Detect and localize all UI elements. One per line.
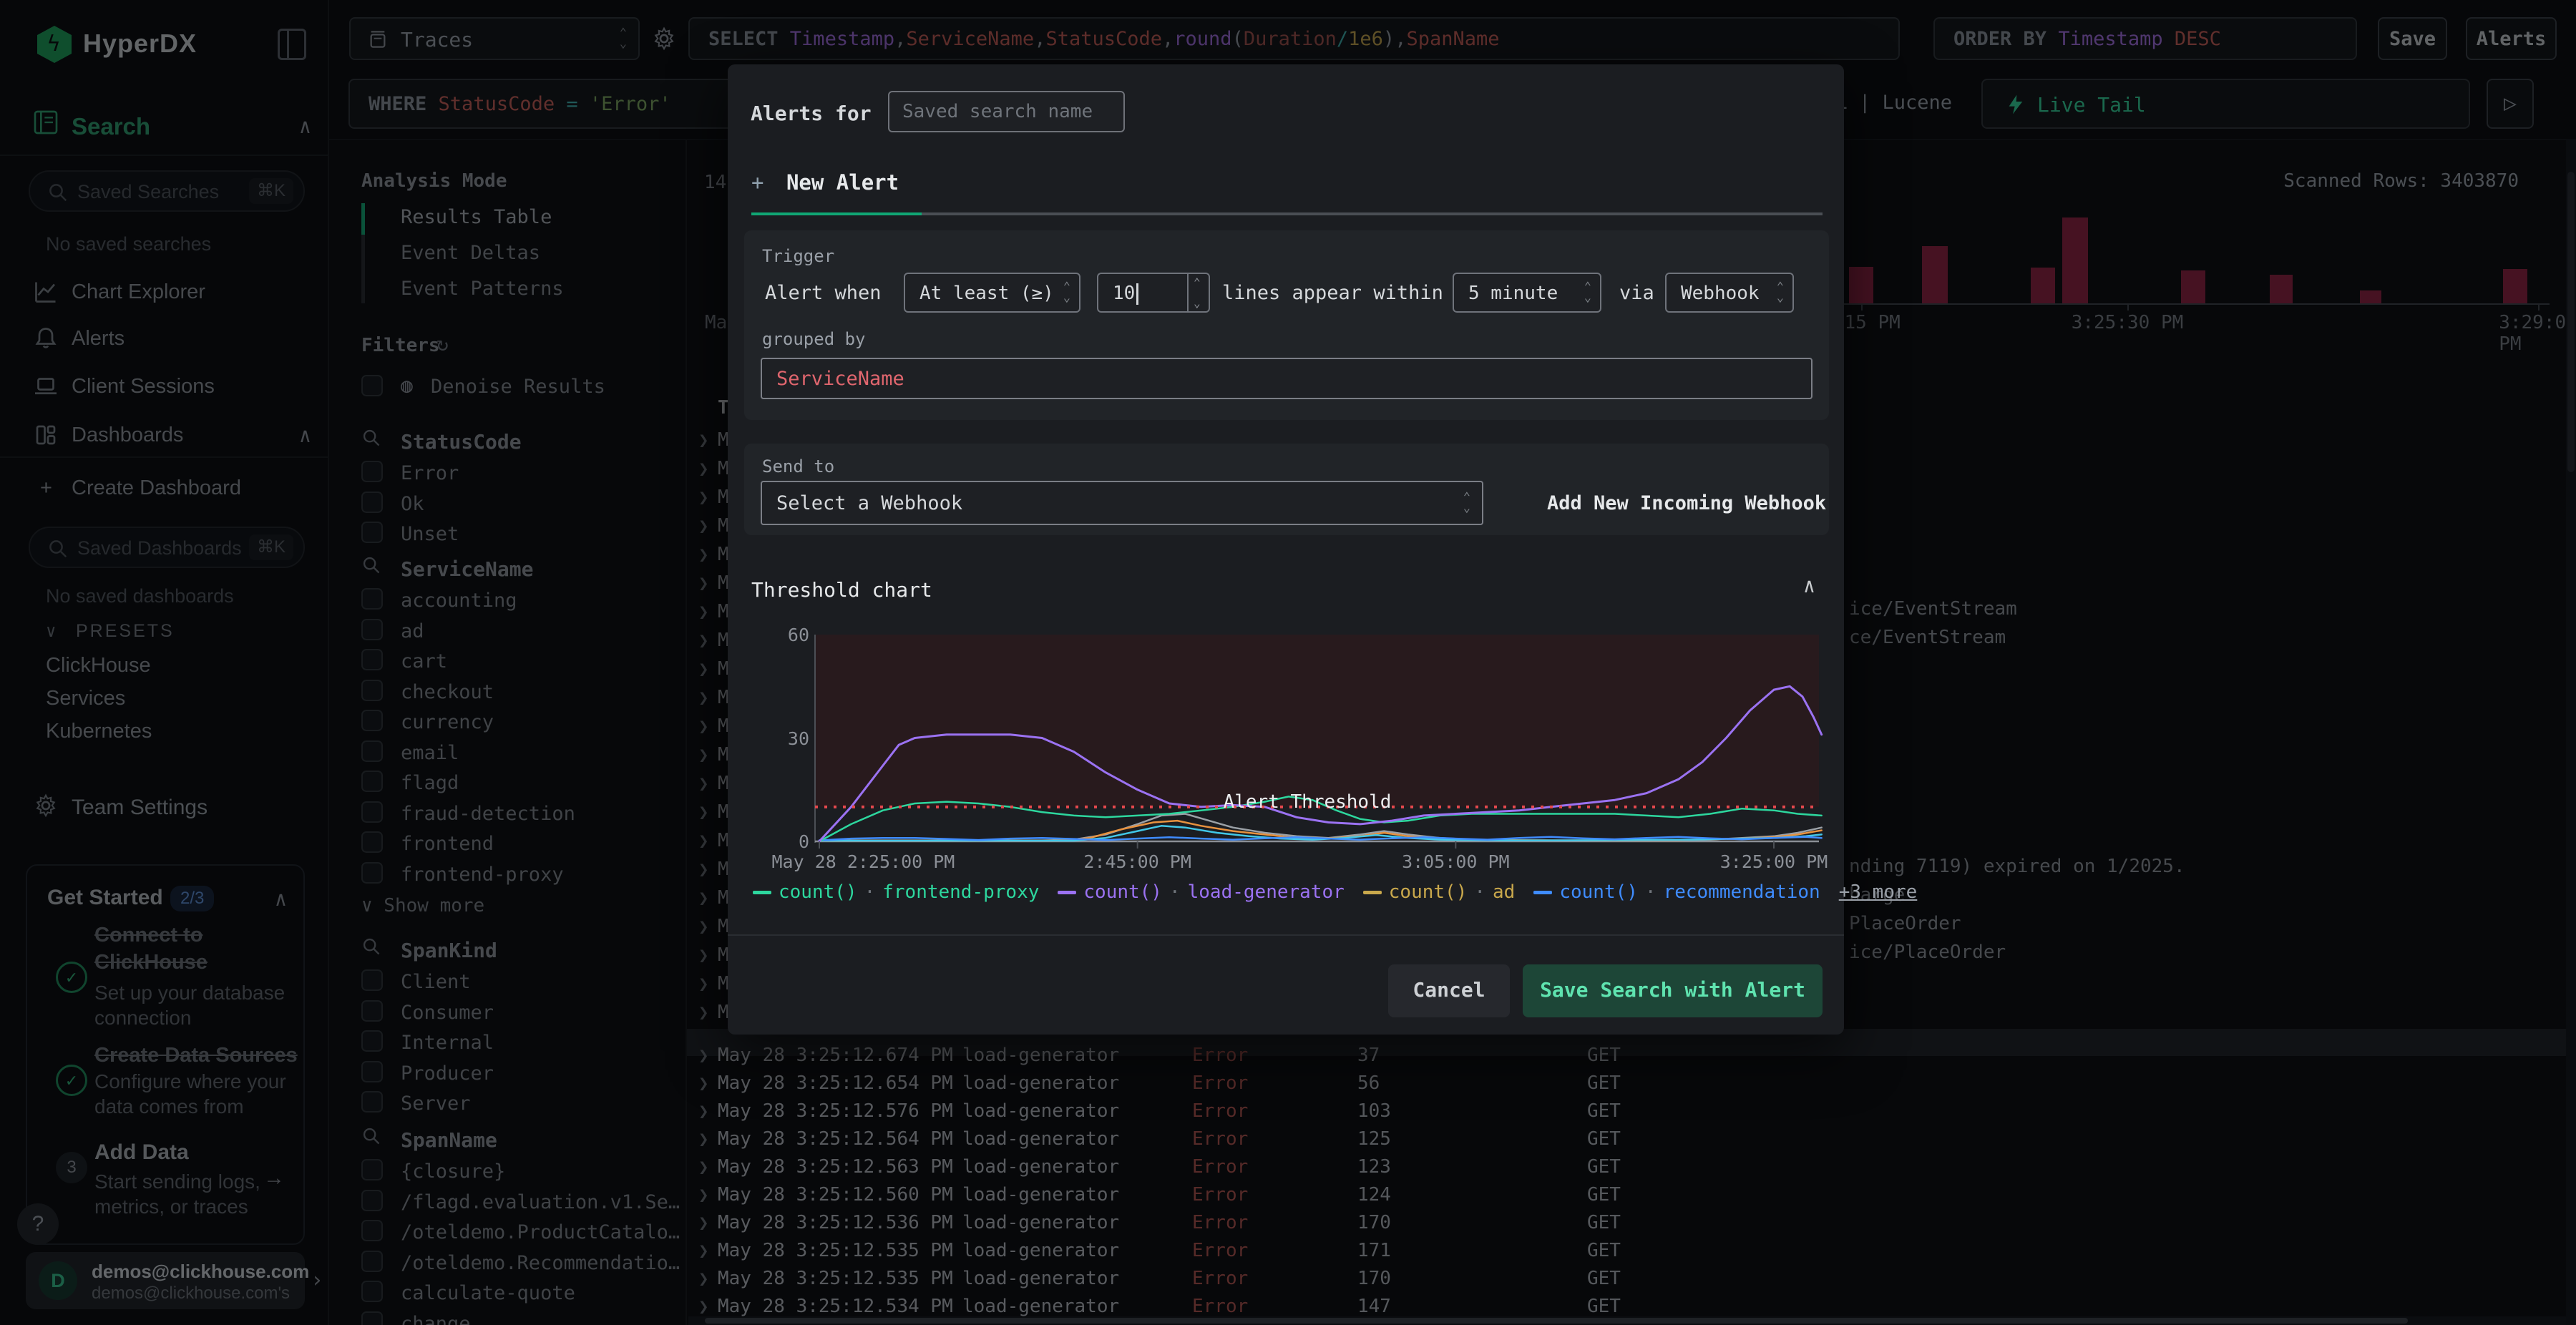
legend-item-load-generator[interactable]: count() · load-generator bbox=[1058, 881, 1345, 903]
legend-dash-icon bbox=[753, 891, 771, 894]
alert-modal: Alerts for Saved search name + New Alert… bbox=[728, 64, 1917, 1035]
stepper-up-icon: ⌃ bbox=[1194, 275, 1201, 289]
divider bbox=[728, 934, 1844, 936]
legend-dash-icon bbox=[1533, 891, 1553, 894]
modal-title: Alerts for bbox=[751, 102, 872, 125]
legend-more-button[interactable]: +3 more bbox=[1839, 881, 1918, 903]
cancel-button[interactable]: Cancel bbox=[1388, 964, 1510, 1017]
send-to-card: Send to Select a Webhook ⌃ ⌄ Add New Inco… bbox=[744, 444, 1829, 535]
tab-new-alert[interactable]: + New Alert bbox=[751, 170, 899, 195]
webhook-select[interactable]: Select a Webhook ⌃ ⌄ bbox=[761, 481, 1483, 525]
ytick-30: 30 bbox=[787, 728, 809, 749]
grouped-by-value: ServiceName bbox=[776, 368, 904, 390]
trigger-card: Trigger Alert when At least (≥) ⌃ ⌄ 10 ⌃ … bbox=[744, 230, 1829, 420]
trigger-label: Trigger bbox=[762, 246, 835, 266]
condition-select[interactable]: At least (≥) ⌃ ⌄ bbox=[904, 273, 1080, 313]
grouped-by-label: grouped by bbox=[762, 329, 866, 349]
updown-chevrons-icon: ⌃⌄ bbox=[1463, 490, 1470, 515]
chart-xtick-label: 2:45:00 PM bbox=[1083, 851, 1191, 872]
send-to-label: Send to bbox=[762, 456, 835, 476]
window-select[interactable]: 5 minute ⌃ ⌄ bbox=[1453, 273, 1601, 313]
text-caret bbox=[1136, 283, 1139, 305]
number-stepper[interactable]: ⌃ ⌄ bbox=[1187, 274, 1209, 311]
hyperdx-app: ϟ HyperDX Search ∧ Saved Searches ⌘K No … bbox=[0, 0, 2576, 1325]
saved-search-name-input[interactable]: Saved search name bbox=[888, 91, 1125, 132]
chart-xtick-label: 3:25:00 PM bbox=[1719, 851, 1828, 872]
legend-item-recommendation[interactable]: count() · recommendation bbox=[1533, 881, 1820, 903]
channel-select[interactable]: Webhook ⌃ ⌄ bbox=[1665, 273, 1794, 313]
alert-when-label: Alert when bbox=[765, 282, 882, 304]
alert-threshold-label: Alert Threshold bbox=[1223, 791, 1392, 813]
via-label: via bbox=[1619, 282, 1654, 304]
chart-xtick-label: 3:05:00 PM bbox=[1402, 851, 1510, 872]
plus-icon: + bbox=[751, 170, 764, 195]
webhook-select-value: Select a Webhook bbox=[776, 492, 963, 514]
threshold-number-input[interactable]: 10 ⌃ ⌄ bbox=[1097, 273, 1210, 313]
chart-legend: count() · frontend-proxy count() · load-gener… bbox=[753, 881, 1917, 903]
lines-within-label: lines appear within bbox=[1222, 282, 1443, 304]
tab-underline-active bbox=[751, 212, 922, 215]
save-search-with-alert-button[interactable]: Save Search with Alert bbox=[1523, 964, 1823, 1017]
legend-item-ad[interactable]: count() · ad bbox=[1362, 881, 1515, 903]
ytick-60: 60 bbox=[787, 625, 809, 645]
threshold-chart-label: Threshold chart bbox=[751, 578, 932, 602]
chart-xtick-label: May 28 2:25:00 PM bbox=[771, 851, 955, 872]
collapse-chart-icon[interactable]: ∧ bbox=[1803, 574, 1815, 597]
legend-dash-icon bbox=[1058, 891, 1077, 894]
legend-item-frontend-proxy[interactable]: count() · frontend-proxy bbox=[753, 881, 1039, 903]
stepper-down-icon: ⌄ bbox=[1194, 296, 1201, 310]
saved-search-name-placeholder: Saved search name bbox=[902, 101, 1093, 122]
grouped-by-input[interactable]: ServiceName bbox=[761, 358, 1813, 399]
ytick-0: 0 bbox=[798, 831, 809, 852]
legend-dash-icon bbox=[1362, 891, 1382, 894]
add-webhook-button[interactable]: Add New Incoming Webhook bbox=[1547, 492, 1826, 514]
